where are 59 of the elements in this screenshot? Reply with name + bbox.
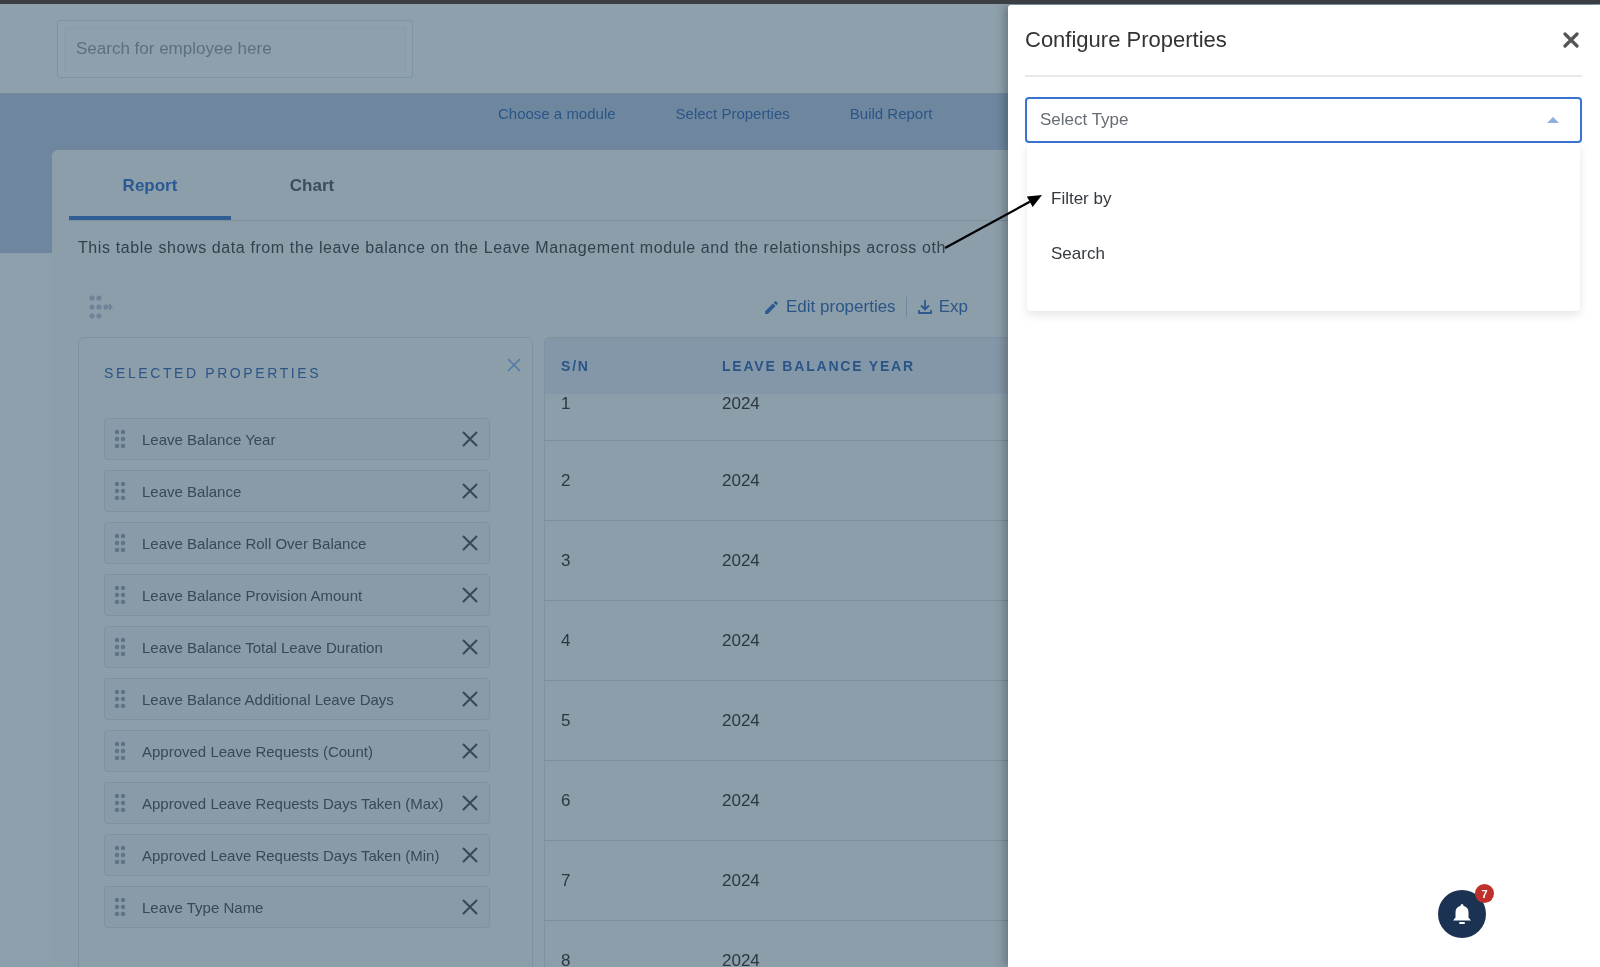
property-chip[interactable]: Leave Balance Total Leave Duration	[104, 626, 490, 668]
drag-handle-icon[interactable]	[114, 793, 126, 813]
drag-handle-icon[interactable]	[114, 741, 126, 761]
table-cell-text: 3	[560, 550, 572, 571]
table-cell-text: 7	[560, 870, 572, 891]
table-cell: 2024	[722, 394, 760, 414]
table-cell-text: 2	[560, 470, 572, 491]
property-chip[interactable]: Leave Balance Year	[104, 418, 490, 460]
table-cell: 2024	[722, 630, 760, 651]
property-chip[interactable]: Leave Balance	[104, 470, 490, 512]
table-cell: 2024	[722, 950, 760, 967]
panel-title: SELECTED PROPERTIES	[104, 364, 322, 381]
export-link[interactable]: Exp	[916, 297, 968, 317]
dropdown-option[interactable]: Search	[1027, 226, 1580, 281]
drawer-title: Configure Properties	[1025, 27, 1227, 53]
step-link[interactable]: Choose a module	[498, 105, 616, 122]
drag-handle-icon[interactable]	[114, 533, 126, 553]
property-chip[interactable]: Approved Leave Requests (Count)	[104, 730, 490, 772]
dropdown-option[interactable]: Filter by	[1027, 171, 1580, 226]
property-chip[interactable]: Leave Balance Provision Amount	[104, 574, 490, 616]
drag-handle-icon[interactable]	[114, 481, 126, 501]
type-select[interactable]: Select Type	[1025, 97, 1582, 143]
close-icon[interactable]	[1563, 32, 1579, 48]
bell-icon	[1451, 902, 1473, 926]
column-header: LEAVE BALANCE YEAR	[722, 358, 915, 374]
table-cell: 2024	[722, 550, 760, 571]
table-cell: 2024	[722, 790, 760, 811]
download-icon	[916, 299, 933, 315]
notification-button[interactable]	[1438, 890, 1486, 938]
table-cell-text: 1	[560, 394, 572, 414]
pencil-icon	[763, 298, 780, 316]
column-header: S/N	[560, 358, 591, 374]
table-cell-text: 6	[560, 790, 572, 811]
table-cell-text: 8	[560, 950, 572, 967]
tab[interactable]: Chart	[231, 150, 393, 220]
step-link[interactable]: Build Report	[849, 105, 933, 122]
property-chip[interactable]: Leave Balance Roll Over Balance	[104, 522, 490, 564]
table-cell-text: 5	[560, 710, 572, 731]
notification-count: 7	[1475, 884, 1494, 903]
grip-arrow-icon[interactable]	[88, 294, 114, 320]
edit-properties-link[interactable]: Edit properties	[763, 297, 896, 317]
description-text: This table shows data from the leave balance on the Leave Management module and the relationships across oth	[78, 239, 947, 257]
property-chip[interactable]: Leave Type Name	[104, 886, 490, 928]
drag-handle-icon[interactable]	[114, 689, 126, 709]
drag-handle-icon[interactable]	[114, 637, 126, 657]
property-chip[interactable]: Approved Leave Requests Days Taken (Max)	[104, 782, 490, 824]
table-cell: 2024	[722, 710, 760, 731]
tab[interactable]: Report	[69, 150, 231, 220]
drag-handle-icon[interactable]	[114, 429, 126, 449]
drag-handle-icon[interactable]	[114, 585, 126, 605]
property-chip[interactable]: Leave Balance Additional Leave Days	[104, 678, 490, 720]
property-chip[interactable]: Approved Leave Requests Days Taken (Min)	[104, 834, 490, 876]
table-cell: 2024	[722, 870, 760, 891]
drag-handle-icon[interactable]	[114, 845, 126, 865]
drag-handle-icon[interactable]	[114, 897, 126, 917]
table-cell: 2024	[722, 470, 760, 491]
caret-icon	[1546, 116, 1560, 124]
step-link[interactable]: Select Properties	[675, 105, 790, 122]
table-cell-text: 4	[560, 630, 572, 651]
